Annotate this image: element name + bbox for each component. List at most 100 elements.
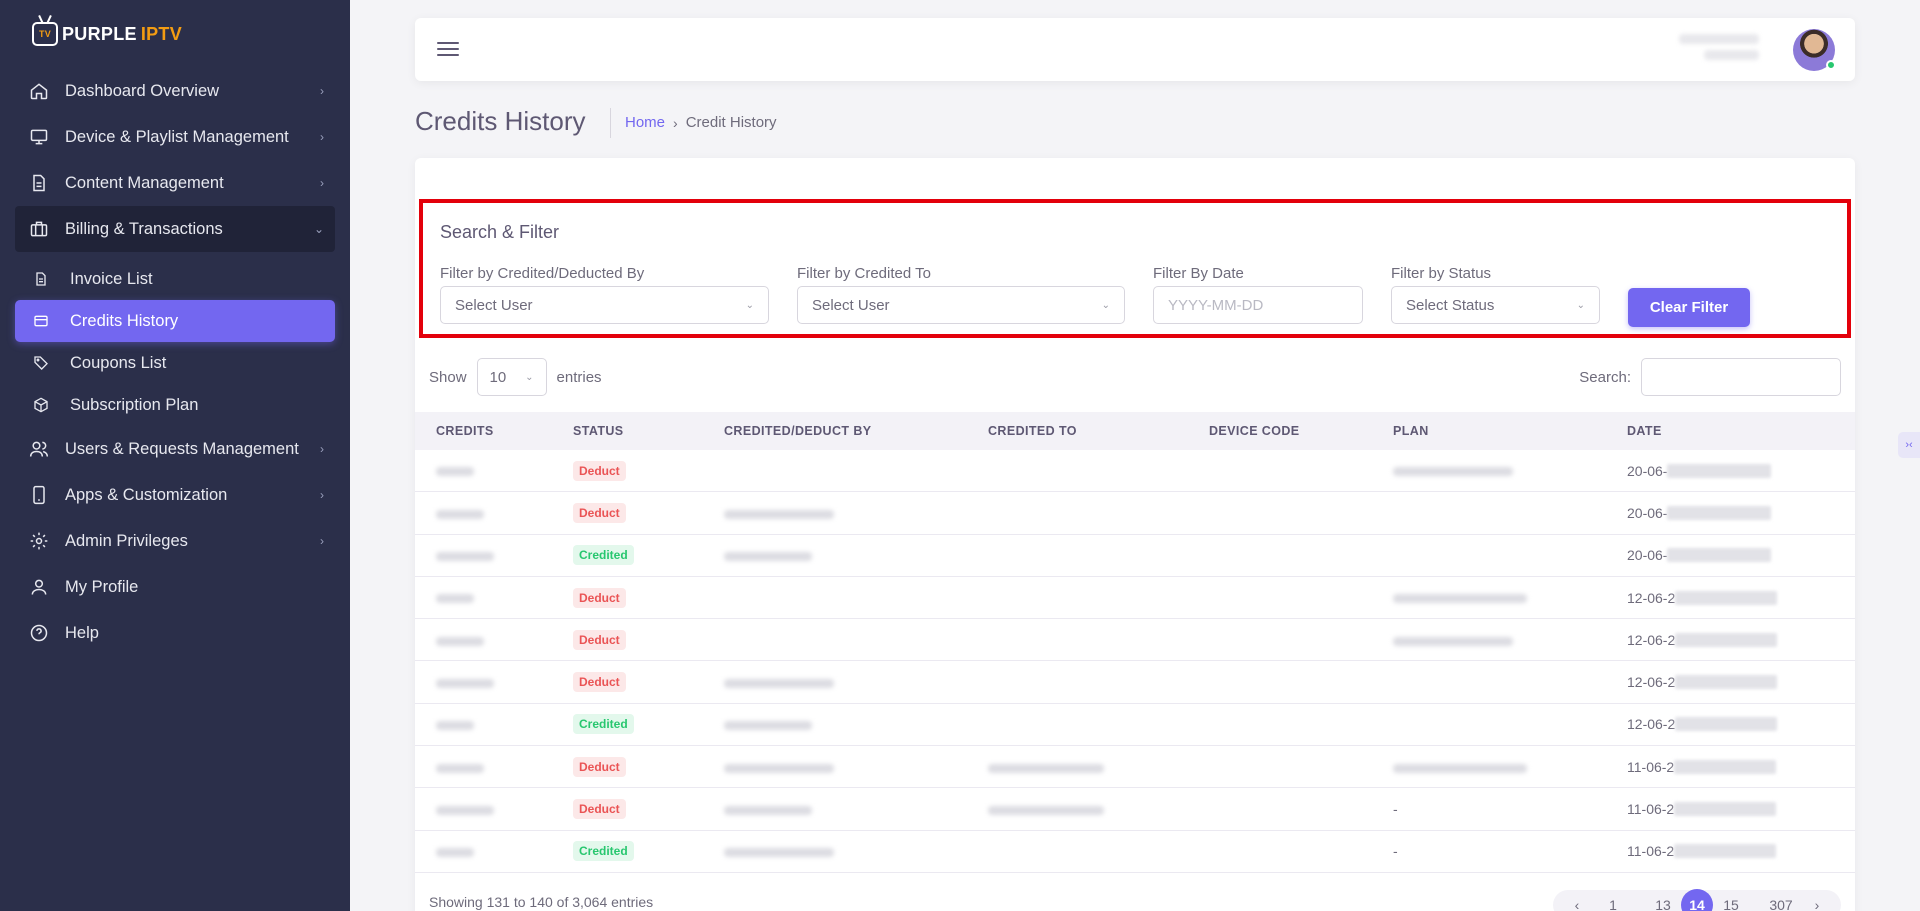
column-header-date[interactable]: DATE xyxy=(1606,424,1855,438)
sidebar-item-label: Admin Privileges xyxy=(65,531,188,550)
sidebar-item-dashboard-overview[interactable]: Dashboard Overview › xyxy=(0,68,350,114)
sidebar-item-billing-transactions[interactable]: Billing & Transactions ⌄ xyxy=(15,206,335,252)
sidebar-item-label: Users & Requests Management xyxy=(65,439,299,458)
sidebar-item-label: Dashboard Overview xyxy=(65,81,220,100)
sidebar-subitem-subscription-plan[interactable]: Subscription Plan xyxy=(0,384,350,426)
cell-credits xyxy=(415,759,552,775)
page-button-current[interactable]: 14 xyxy=(1681,889,1713,911)
chevron-right-icon: › xyxy=(320,130,324,144)
page-button[interactable]: 1 xyxy=(1595,897,1631,911)
menu-toggle-icon[interactable] xyxy=(437,38,459,60)
sidebar-item-admin-privileges[interactable]: Admin Privileges › xyxy=(0,518,350,564)
status-badge: Deduct xyxy=(573,629,626,650)
sidebar-subitem-credits-history[interactable]: Credits History xyxy=(15,300,335,342)
cell-credited-to xyxy=(967,801,1188,817)
cell-status: Deduct xyxy=(552,672,703,693)
cell-status: Deduct xyxy=(552,460,703,481)
table-row: Deduct 20-06- xyxy=(415,450,1855,493)
cell-plan xyxy=(1372,632,1606,648)
cell-credited-by xyxy=(703,716,967,732)
column-header-device-code[interactable]: DEVICE CODE xyxy=(1188,424,1372,438)
brand-name-part2: IPTV xyxy=(140,23,183,44)
pagination: ‹ 1 13 14 15 307 › xyxy=(1553,889,1841,911)
status-badge: Deduct xyxy=(573,672,626,693)
table-search: Search: xyxy=(1579,358,1841,396)
date-value: 20-06- xyxy=(1627,504,1668,521)
filter-credited-deducted-group: Filter by Credited/Deducted By Select Us… xyxy=(440,265,769,324)
select-value: Select User xyxy=(812,296,890,314)
table-row: Deduct 11-06-2 xyxy=(415,746,1855,789)
filter-date-group: Filter By Date YYYY-MM-DD xyxy=(1153,265,1363,324)
package-icon xyxy=(33,397,49,413)
chevron-down-icon: ⌄ xyxy=(313,222,324,236)
column-header-status[interactable]: STATUS xyxy=(552,424,703,438)
cell-date: 20-06- xyxy=(1606,463,1855,479)
plan-value: - xyxy=(1393,801,1398,818)
cell-credits xyxy=(415,632,552,648)
cell-credits xyxy=(415,674,552,690)
date-value: 11-06-2 xyxy=(1627,801,1675,818)
brand-name-part1: PURPLE xyxy=(62,23,137,44)
column-header-credited-deduct-by[interactable]: CREDITED/DEDUCT BY xyxy=(703,424,967,438)
table-info: Showing 131 to 140 of 3,064 entries xyxy=(429,894,654,910)
table-header: CREDITS STATUS CREDITED/DEDUCT BY CREDIT… xyxy=(415,412,1855,450)
column-header-credits[interactable]: CREDITS xyxy=(415,424,552,438)
cell-plan: - xyxy=(1372,801,1606,817)
previous-page-icon[interactable]: ‹ xyxy=(1559,897,1595,911)
avatar[interactable] xyxy=(1793,29,1836,71)
search-input[interactable] xyxy=(1641,358,1841,396)
sidebar-item-label: Device & Playlist Management xyxy=(65,127,289,146)
sidebar-item-apps-customization[interactable]: Apps & Customization › xyxy=(0,472,350,518)
cell-plan xyxy=(1372,590,1606,606)
cell-credits xyxy=(415,590,552,606)
sidebar-item-device-playlist[interactable]: Device & Playlist Management › xyxy=(0,114,350,160)
tv-icon: TV xyxy=(32,22,58,46)
document-icon xyxy=(29,173,49,193)
filter-credited-to-select[interactable]: Select User ⌄ xyxy=(797,286,1125,324)
entries-select[interactable]: 10 ⌄ xyxy=(476,358,547,396)
cell-credited-to xyxy=(967,759,1188,775)
sidebar-item-users-requests[interactable]: Users & Requests Management › xyxy=(0,426,350,472)
table-row: Deduct 20-06- xyxy=(415,492,1855,535)
customizer-toggle-icon[interactable]: ›‹ xyxy=(1898,432,1920,458)
clear-filter-button[interactable]: Clear Filter xyxy=(1628,288,1750,327)
sidebar-item-label: Subscription Plan xyxy=(70,395,199,414)
page-button[interactable]: 13 xyxy=(1645,897,1681,911)
cell-credits xyxy=(415,801,552,817)
breadcrumb-current: Credit History xyxy=(685,114,777,131)
chevron-down-icon: ⌄ xyxy=(1576,299,1585,311)
table-row: Deduct - 11-06-2 xyxy=(415,788,1855,831)
sidebar-item-content-management[interactable]: Content Management › xyxy=(0,160,350,206)
cell-date: 12-06-2 xyxy=(1606,674,1855,690)
search-label: Search: xyxy=(1579,368,1631,386)
sidebar-subitem-invoice-list[interactable]: Invoice List xyxy=(0,258,350,300)
filter-credited-deducted-select[interactable]: Select User ⌄ xyxy=(440,286,769,324)
sidebar-item-help[interactable]: Help xyxy=(0,610,350,656)
column-header-plan[interactable]: PLAN xyxy=(1372,424,1606,438)
sidebar-item-my-profile[interactable]: My Profile xyxy=(0,564,350,610)
cell-plan xyxy=(1372,463,1606,479)
next-page-icon[interactable]: › xyxy=(1799,897,1835,911)
filter-title: Search & Filter xyxy=(440,222,560,242)
breadcrumb: Home › Credit History xyxy=(625,114,777,131)
sidebar-item-label: My Profile xyxy=(65,577,139,596)
brand-logo[interactable]: TV PURPLE IPTV xyxy=(32,22,182,46)
cell-credits xyxy=(415,463,552,479)
breadcrumb-home-link[interactable]: Home xyxy=(625,114,665,131)
status-badge: Deduct xyxy=(573,756,626,777)
table-row: Credited 20-06- xyxy=(415,535,1855,577)
filter-credited-to-label: Filter by Credited To xyxy=(797,265,931,282)
date-value: 20-06- xyxy=(1627,547,1668,564)
user-name-blurred xyxy=(1679,34,1769,64)
filter-status-select[interactable]: Select Status ⌄ xyxy=(1391,286,1600,324)
cell-date: 11-06-2 xyxy=(1606,843,1855,859)
credits-history-card: Search & Filter Filter by Credited/Deduc… xyxy=(415,158,1855,911)
sidebar-subitem-coupons-list[interactable]: Coupons List xyxy=(0,342,350,384)
monitor-icon xyxy=(29,127,49,147)
page-button[interactable]: 307 xyxy=(1763,897,1799,911)
column-header-credited-to[interactable]: CREDITED TO xyxy=(967,424,1188,438)
page-button[interactable]: 15 xyxy=(1713,897,1749,911)
sidebar-item-label: Help xyxy=(65,623,99,642)
filter-date-input[interactable]: YYYY-MM-DD xyxy=(1153,286,1363,324)
sidebar-item-label: Apps & Customization xyxy=(65,485,228,504)
